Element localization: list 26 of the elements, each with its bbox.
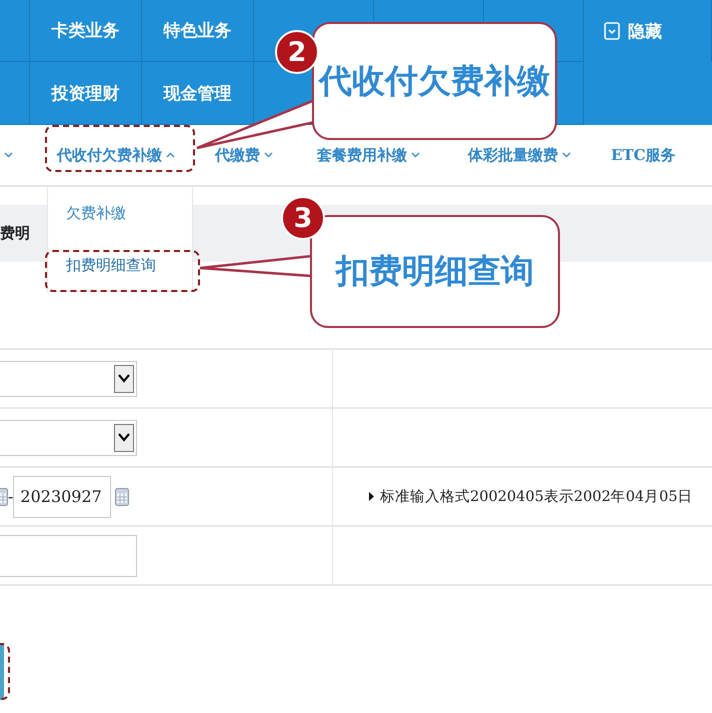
select-field[interactable] bbox=[0, 420, 137, 456]
format-hint: 标准输入格式20020405表示2002年04月05日 bbox=[380, 488, 693, 506]
callout-label: 代收付欠费补缴 bbox=[312, 22, 557, 140]
menu-item[interactable]: 扣费明细查询 bbox=[66, 256, 156, 274]
menu-tab[interactable]: 套餐费用补缴 bbox=[317, 146, 407, 164]
chevron-down-icon bbox=[118, 374, 130, 383]
end-date-field[interactable]: 20230927 bbox=[13, 476, 112, 518]
breadcrumb: 费明 bbox=[0, 224, 30, 243]
menu-tab[interactable]: 体彩批量缴费 bbox=[468, 146, 558, 164]
menu-item[interactable]: 欠费补缴 bbox=[66, 204, 126, 222]
chevron-down-icon bbox=[118, 433, 130, 442]
callout-label: 扣费明细查询 bbox=[310, 215, 560, 328]
menu-tab[interactable]: 代缴费 bbox=[215, 146, 260, 164]
date-separator: - bbox=[8, 487, 14, 506]
nav-tab[interactable]: 投资理财 bbox=[52, 82, 120, 104]
menu-tab[interactable]: 代收付欠费补缴 bbox=[57, 146, 162, 164]
bullet-icon bbox=[369, 492, 374, 501]
nav-tab[interactable]: 卡类业务 bbox=[52, 19, 120, 42]
hide-toggle[interactable]: 隐藏 bbox=[628, 20, 662, 42]
menu-tab[interactable]: ETC服务 bbox=[611, 146, 676, 164]
nav-tab[interactable]: 特色业务 bbox=[164, 19, 232, 42]
nav-tab[interactable]: 现金管理 bbox=[164, 82, 232, 104]
collapse-icon bbox=[604, 22, 620, 40]
calendar-icon[interactable] bbox=[115, 488, 130, 506]
input-field[interactable] bbox=[0, 534, 137, 576]
select-field[interactable] bbox=[0, 360, 137, 396]
